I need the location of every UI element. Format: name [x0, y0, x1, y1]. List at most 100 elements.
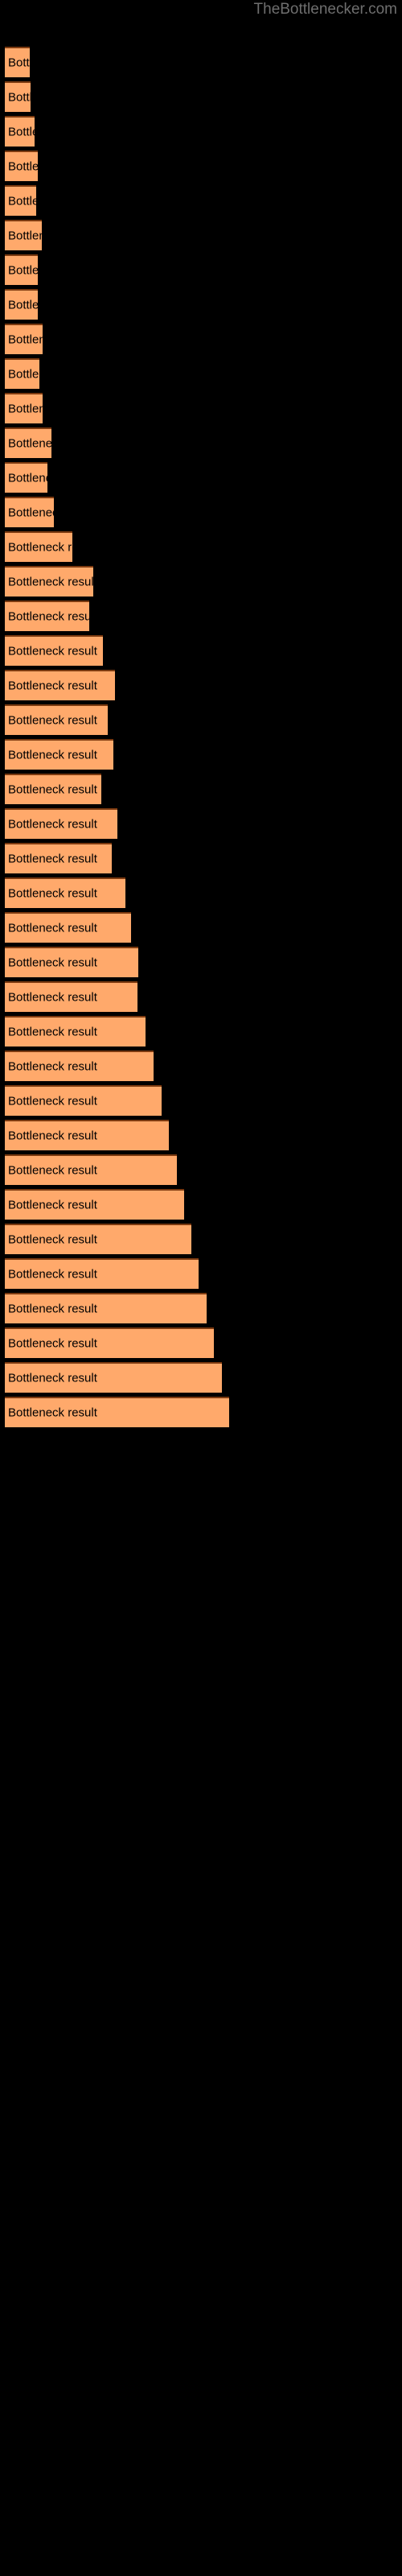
bar[interactable]: Bottleneck result	[5, 81, 31, 112]
bar[interactable]: Bottleneck result	[5, 531, 72, 562]
bar-label: Bottleneck result	[8, 229, 42, 243]
bar[interactable]: Bottleneck result	[5, 462, 47, 493]
bar-row: Bottleneck result	[0, 1051, 402, 1081]
bar-label: Bottleneck result	[8, 298, 38, 312]
bar[interactable]: Bottleneck result	[5, 635, 103, 666]
bar-row: Bottleneck result	[0, 324, 402, 354]
bar-label: Bottleneck result	[8, 1406, 97, 1420]
bar-row: Bottleneck result	[0, 462, 402, 493]
bar[interactable]: Bottleneck result	[5, 947, 138, 977]
bar[interactable]: Bottleneck result	[5, 912, 131, 943]
bar-row: Bottleneck result	[0, 531, 402, 562]
bar[interactable]: Bottleneck result	[5, 1051, 154, 1081]
bar[interactable]: Bottleneck result	[5, 220, 42, 250]
bar-label: Bottleneck result	[8, 436, 51, 451]
bar[interactable]: Bottleneck result	[5, 358, 39, 389]
bar-row: Bottleneck result	[0, 1362, 402, 1393]
bar-row: Bottleneck result	[0, 1327, 402, 1358]
bar-label: Bottleneck result	[8, 1302, 97, 1316]
bar-label: Bottleneck result	[8, 817, 97, 832]
bar[interactable]: Bottleneck result	[5, 808, 117, 839]
bar[interactable]: Bottleneck result	[5, 254, 38, 285]
bar-label: Bottleneck result	[8, 332, 43, 347]
bar-label: Bottleneck result	[8, 367, 39, 382]
bar[interactable]: Bottleneck result	[5, 981, 137, 1012]
bar-label: Bottleneck result	[8, 125, 35, 139]
bar[interactable]: Bottleneck result	[5, 1120, 169, 1150]
bar[interactable]: Bottleneck result	[5, 670, 115, 700]
bar-label: Bottleneck result	[8, 1025, 97, 1039]
bar-row: Bottleneck result	[0, 704, 402, 735]
bar-label: Bottleneck result	[8, 1336, 97, 1351]
bar[interactable]: Bottleneck result	[5, 1293, 207, 1323]
bar-row: Bottleneck result	[0, 1397, 402, 1427]
bar-row: Bottleneck result	[0, 393, 402, 423]
bar-label: Bottleneck result	[8, 921, 97, 935]
bar[interactable]: Bottleneck result	[5, 47, 30, 77]
bar-row: Bottleneck result	[0, 981, 402, 1012]
bar-row: Bottleneck result	[0, 47, 402, 77]
bar-label: Bottleneck result	[8, 1094, 97, 1108]
bar-label: Bottleneck result	[8, 1371, 97, 1385]
bar-row: Bottleneck result	[0, 1120, 402, 1150]
bar-row: Bottleneck result	[0, 1293, 402, 1323]
bar[interactable]: Bottleneck result	[5, 185, 36, 216]
bar-label: Bottleneck result	[8, 1163, 97, 1178]
bar-row: Bottleneck result	[0, 254, 402, 285]
bar-label: Bottleneck result	[8, 782, 97, 797]
bar-label: Bottleneck result	[8, 609, 89, 624]
bar-row: Bottleneck result	[0, 81, 402, 112]
bar[interactable]: Bottleneck result	[5, 116, 35, 147]
bar[interactable]: Bottleneck result	[5, 1189, 184, 1220]
bar[interactable]: Bottleneck result	[5, 289, 38, 320]
bar[interactable]: Bottleneck result	[5, 1397, 229, 1427]
bar-row: Bottleneck result	[0, 739, 402, 770]
bar[interactable]: Bottleneck result	[5, 1085, 162, 1116]
bar-label: Bottleneck result	[8, 644, 97, 658]
bar-label: Bottleneck result	[8, 956, 97, 970]
bar[interactable]: Bottleneck result	[5, 774, 101, 804]
bar-label: Bottleneck result	[8, 886, 97, 901]
bar-row: Bottleneck result	[0, 1189, 402, 1220]
bar-label: Bottleneck result	[8, 194, 36, 208]
bar[interactable]: Bottleneck result	[5, 1258, 199, 1289]
bar[interactable]: Bottleneck result	[5, 1327, 214, 1358]
bar[interactable]: Bottleneck result	[5, 427, 51, 458]
bar[interactable]: Bottleneck result	[5, 324, 43, 354]
bar[interactable]: Bottleneck result	[5, 1154, 177, 1185]
bar[interactable]: Bottleneck result	[5, 497, 54, 527]
bar[interactable]: Bottleneck result	[5, 601, 89, 631]
bar[interactable]: Bottleneck result	[5, 151, 38, 181]
bar-row: Bottleneck result	[0, 843, 402, 873]
bar[interactable]: Bottleneck result	[5, 877, 125, 908]
bar-label: Bottleneck result	[8, 471, 47, 485]
bar-row: Bottleneck result	[0, 601, 402, 631]
bar-row: Bottleneck result	[0, 877, 402, 908]
bar-row: Bottleneck result	[0, 774, 402, 804]
bar-label: Bottleneck result	[8, 748, 97, 762]
bar-row: Bottleneck result	[0, 1016, 402, 1046]
bar-row: Bottleneck result	[0, 635, 402, 666]
bar-row: Bottleneck result	[0, 1085, 402, 1116]
bar-row: Bottleneck result	[0, 566, 402, 597]
bar-label: Bottleneck result	[8, 852, 97, 866]
bar-row: Bottleneck result	[0, 497, 402, 527]
bar[interactable]: Bottleneck result	[5, 843, 112, 873]
bar-row: Bottleneck result	[0, 808, 402, 839]
bar[interactable]: Bottleneck result	[5, 1016, 146, 1046]
bar[interactable]: Bottleneck result	[5, 393, 43, 423]
bar-row: Bottleneck result	[0, 1154, 402, 1185]
bar[interactable]: Bottleneck result	[5, 704, 108, 735]
bar-row: Bottleneck result	[0, 289, 402, 320]
bar-row: Bottleneck result	[0, 427, 402, 458]
bar[interactable]: Bottleneck result	[5, 566, 93, 597]
bar[interactable]: Bottleneck result	[5, 739, 113, 770]
bar-label: Bottleneck result	[8, 263, 38, 278]
bar-label: Bottleneck result	[8, 1129, 97, 1143]
bar-label: Bottleneck result	[8, 575, 93, 589]
bar-row: Bottleneck result	[0, 116, 402, 147]
bar[interactable]: Bottleneck result	[5, 1362, 222, 1393]
bar[interactable]: Bottleneck result	[5, 1224, 191, 1254]
bar-label: Bottleneck result	[8, 1267, 97, 1282]
bar-label: Bottleneck result	[8, 90, 31, 105]
